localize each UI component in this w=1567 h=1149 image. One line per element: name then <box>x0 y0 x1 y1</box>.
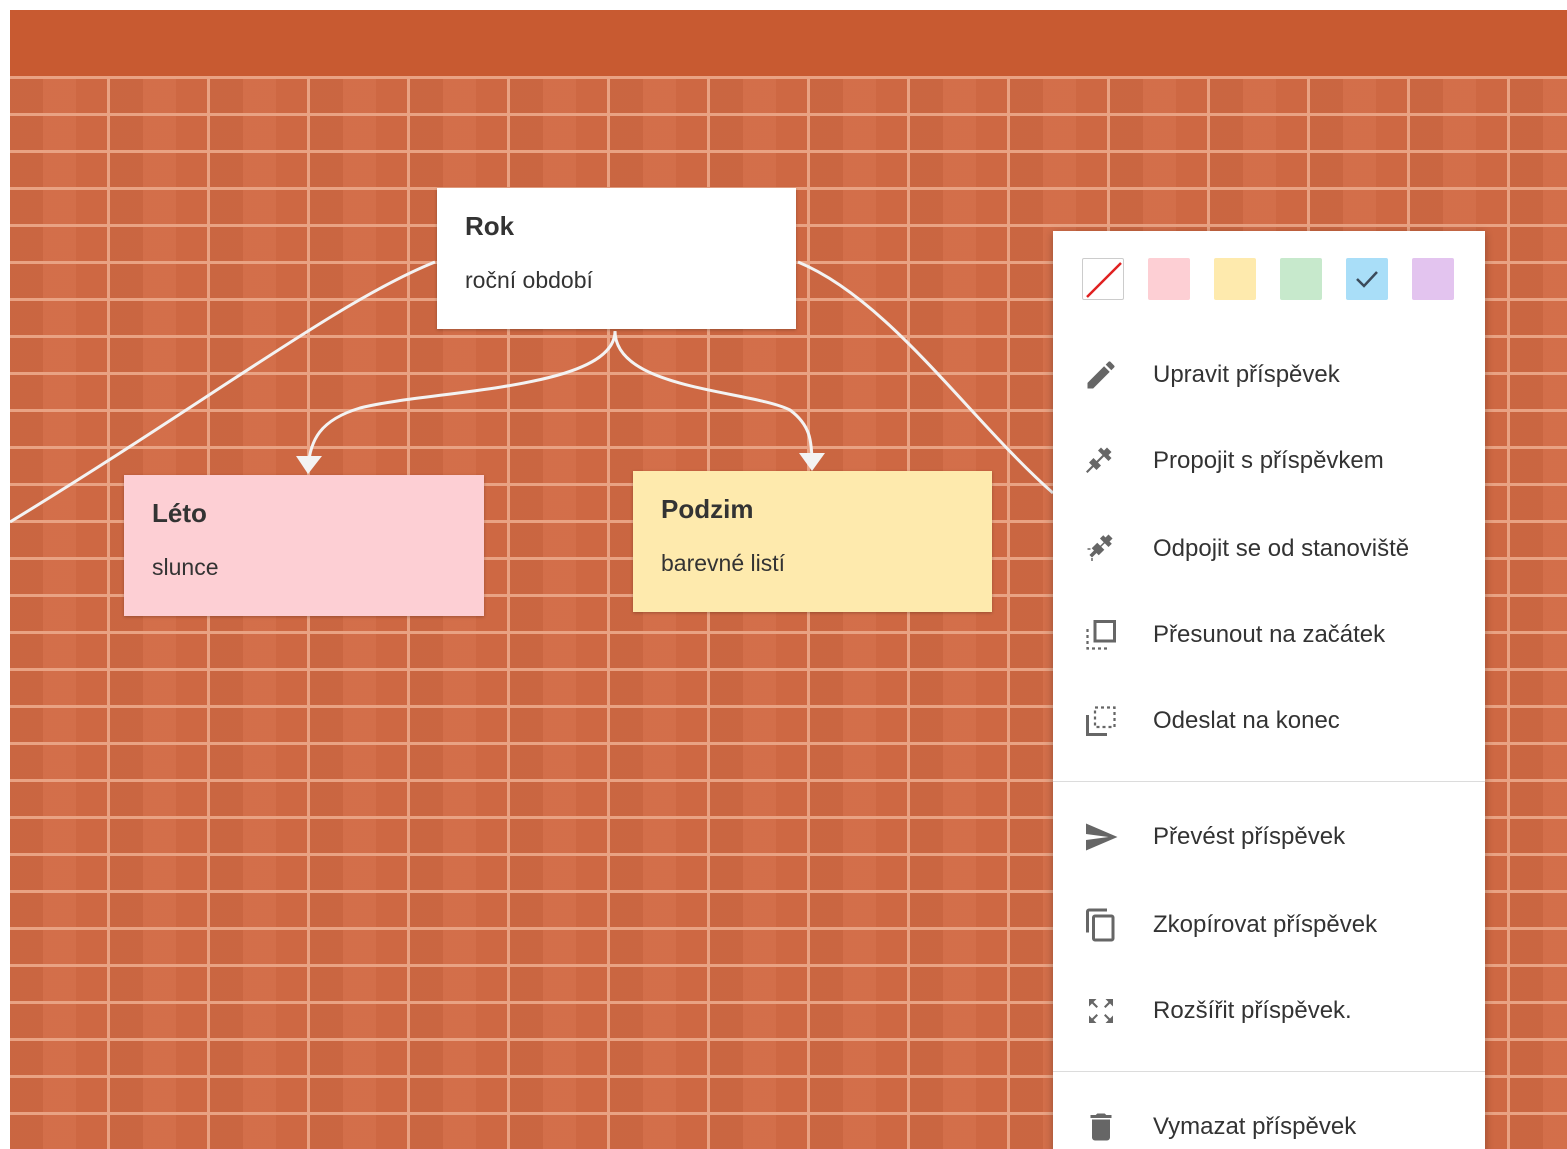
menu-divider <box>1053 781 1485 782</box>
menu-item-label: Přesunout na začátek <box>1153 621 1386 648</box>
send-icon <box>1086 823 1118 851</box>
swatch-yellow[interactable] <box>1214 258 1256 300</box>
post-context-menu: Upravit příspěvek Propojit s příspěvkem … <box>1053 231 1485 1149</box>
swatch-blue[interactable] <box>1346 258 1388 300</box>
post-body: barevné listí <box>661 550 786 576</box>
menu-item-expand[interactable]: Rozšířit příspěvek. <box>1053 981 1485 1041</box>
menu-item-label: Odeslat na konec <box>1153 707 1340 734</box>
post-title: Podzim <box>661 494 754 524</box>
post-body: slunce <box>152 554 219 580</box>
swatch-pink[interactable] <box>1148 258 1190 300</box>
post-leto[interactable]: Léto slunce <box>124 475 484 616</box>
expand-icon <box>1089 999 1113 1023</box>
copy-icon <box>1086 908 1115 942</box>
menu-item-label: Odpojit se od stanoviště <box>1153 535 1410 562</box>
plug-icon <box>1086 447 1112 473</box>
menu-item-label: Zkopírovat příspěvek <box>1153 911 1378 938</box>
top-bar <box>10 10 1567 76</box>
menu-item-copy[interactable]: Zkopírovat příspěvek <box>1053 895 1485 955</box>
bring-to-front-icon <box>1086 620 1116 650</box>
check-icon <box>1356 271 1378 288</box>
menu-item-label: Převést příspěvek <box>1153 823 1346 850</box>
pencil-icon <box>1087 361 1115 389</box>
swatch-green[interactable] <box>1280 258 1322 300</box>
menu-item-label: Propojit s příspěvkem <box>1153 447 1384 474</box>
post-rok[interactable]: Rok roční období <box>437 188 796 329</box>
send-to-back-icon <box>1086 706 1116 736</box>
post-podzim[interactable]: Podzim barevné listí <box>633 471 992 612</box>
menu-item-edit[interactable]: Upravit příspěvek <box>1053 345 1485 405</box>
swatch-none[interactable] <box>1082 258 1124 300</box>
no-color-icon <box>1086 262 1122 298</box>
menu-item-label: Rozšířit příspěvek. <box>1153 997 1352 1024</box>
padlet-app: Rok roční období Léto slunce Podzim bare… <box>10 10 1567 1149</box>
menu-item-send-to-back[interactable]: Odeslat na konec <box>1053 691 1485 751</box>
menu-item-transfer[interactable]: Převést příspěvek <box>1053 807 1485 867</box>
menu-divider <box>1053 1071 1485 1072</box>
unplug-icon <box>1087 534 1113 561</box>
menu-item-label: Vymazat příspěvek <box>1153 1113 1357 1140</box>
menu-item-bring-to-front[interactable]: Přesunout na začátek <box>1053 605 1485 665</box>
menu-item-label: Upravit příspěvek <box>1153 361 1340 388</box>
trash-icon <box>1090 1113 1112 1141</box>
post-title: Léto <box>152 498 207 528</box>
menu-item-delete[interactable]: Vymazat příspěvek <box>1053 1097 1485 1149</box>
post-title: Rok <box>465 211 515 241</box>
menu-item-disconnect[interactable]: Odpojit se od stanoviště <box>1053 519 1485 579</box>
post-body: roční období <box>465 267 593 293</box>
swatch-purple[interactable] <box>1412 258 1454 300</box>
menu-item-connect[interactable]: Propojit s příspěvkem <box>1053 431 1485 491</box>
